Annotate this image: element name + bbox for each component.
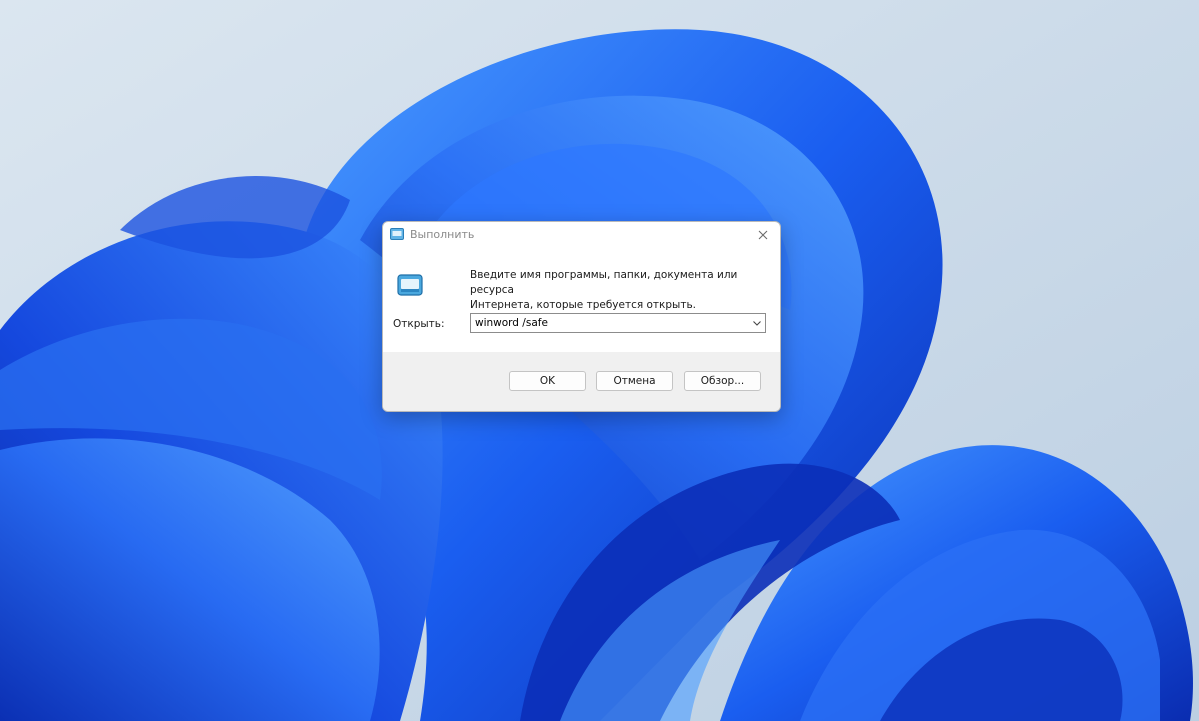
browse-button[interactable]: Обзор...	[684, 371, 761, 391]
run-dialog: Выполнить Введите имя программы, папки, …	[382, 221, 781, 412]
run-program-icon	[397, 274, 423, 296]
description-line-1: Введите имя программы, папки, документа …	[470, 269, 738, 296]
dialog-titlebar[interactable]: Выполнить	[383, 222, 780, 248]
dialog-footer: OK Отмена Обзор...	[383, 352, 780, 411]
run-icon	[390, 228, 404, 240]
close-icon	[758, 230, 768, 240]
description-line-2: Интернета, которые требуется открыть.	[470, 299, 696, 311]
chevron-down-icon[interactable]	[752, 319, 762, 327]
cancel-button[interactable]: Отмена	[596, 371, 673, 391]
open-input[interactable]: winword /safe	[475, 317, 548, 330]
open-label: Открыть:	[393, 318, 445, 330]
close-button[interactable]	[746, 222, 780, 248]
ok-button[interactable]: OK	[509, 371, 586, 391]
open-combobox[interactable]: winword /safe	[470, 313, 766, 333]
dialog-title: Выполнить	[410, 228, 475, 241]
dialog-description: Введите имя программы, папки, документа …	[470, 268, 770, 313]
